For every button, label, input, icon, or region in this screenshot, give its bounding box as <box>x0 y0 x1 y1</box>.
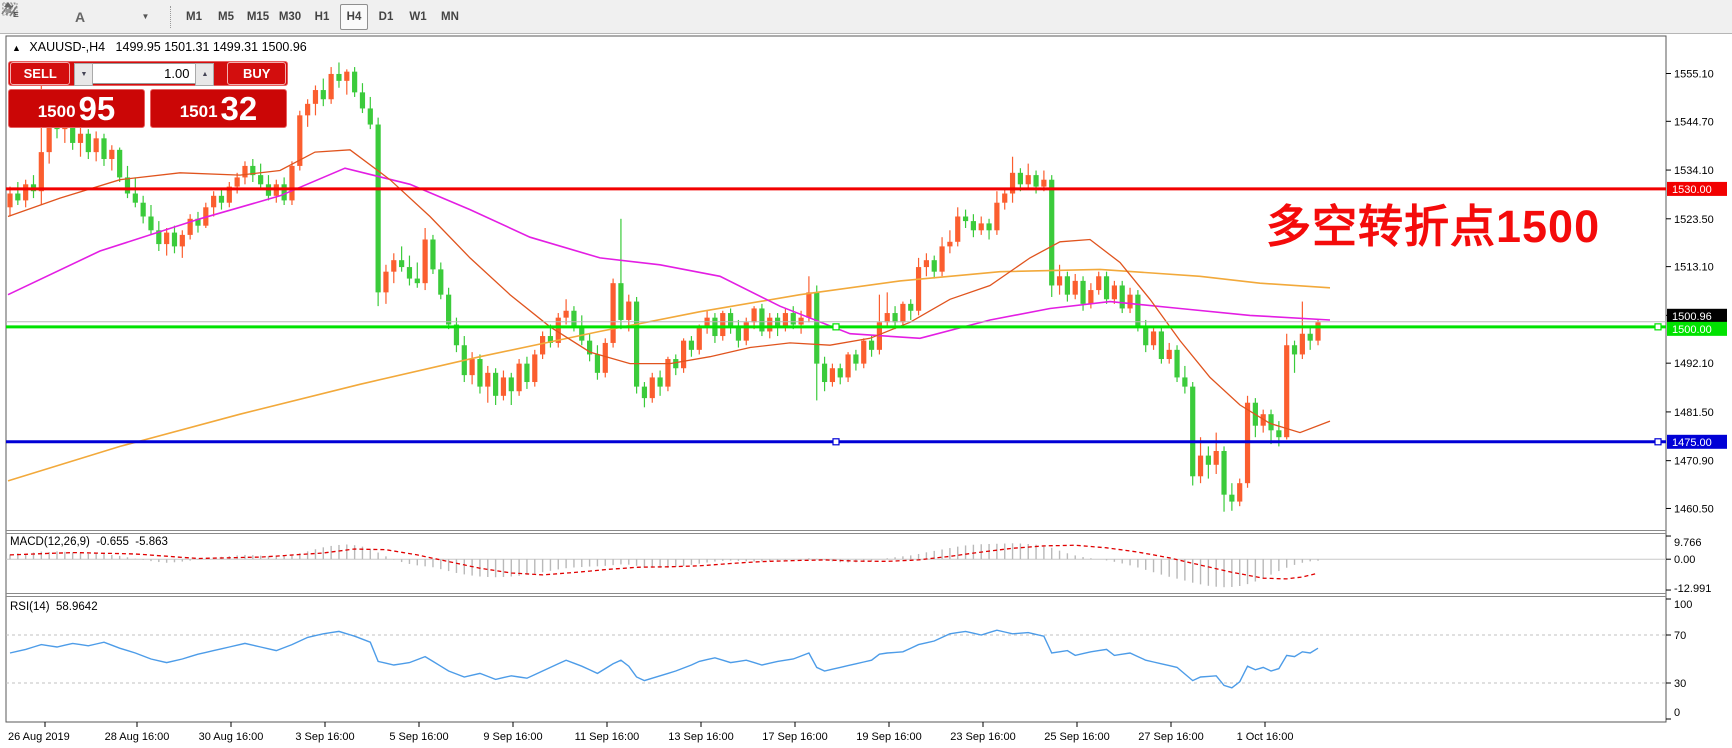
rsi-value: 58.9642 <box>56 601 98 613</box>
volume-decrease-button[interactable]: ▼ <box>74 63 94 86</box>
svg-text:11 Sep 16:00: 11 Sep 16:00 <box>575 731 640 743</box>
svg-text:100: 100 <box>1674 599 1692 611</box>
svg-text:1 Oct 16:00: 1 Oct 16:00 <box>1237 731 1294 743</box>
svg-text:1544.70: 1544.70 <box>1674 116 1714 128</box>
sell-price-box[interactable]: 1500 95 <box>8 89 145 128</box>
svg-text:30 Aug 16:00: 30 Aug 16:00 <box>199 731 264 743</box>
svg-text:26 Aug 2019: 26 Aug 2019 <box>8 731 70 743</box>
buy-price-box[interactable]: 1501 32 <box>150 89 287 128</box>
svg-text:1555.10: 1555.10 <box>1674 69 1714 81</box>
svg-text:1500.00: 1500.00 <box>1672 324 1712 336</box>
svg-text:1470.90: 1470.90 <box>1674 456 1714 468</box>
svg-text:0.00: 0.00 <box>1674 554 1695 566</box>
buy-price-big: 32 <box>220 90 258 127</box>
svg-text:13 Sep 16:00: 13 Sep 16:00 <box>668 731 733 743</box>
svg-text:28 Aug 16:00: 28 Aug 16:00 <box>105 731 170 743</box>
svg-text:19 Sep 16:00: 19 Sep 16:00 <box>856 731 921 743</box>
svg-text:27 Sep 16:00: 27 Sep 16:00 <box>1138 731 1203 743</box>
svg-text:-12.991: -12.991 <box>1674 583 1711 595</box>
collapse-triangle-icon[interactable]: ▲ <box>12 43 21 53</box>
svg-text:1530.00: 1530.00 <box>1672 184 1712 196</box>
macd-label: MACD(12,26,9) -0.655 -5.863 <box>10 536 168 548</box>
svg-text:1492.10: 1492.10 <box>1674 358 1714 370</box>
line-drag-handle[interactable] <box>832 323 840 331</box>
buy-button[interactable]: BUY <box>227 62 286 85</box>
svg-text:0: 0 <box>1674 707 1680 719</box>
svg-text:17 Sep 16:00: 17 Sep 16:00 <box>762 731 827 743</box>
svg-text:5 Sep 16:00: 5 Sep 16:00 <box>389 731 448 743</box>
axis-price-label: 1500.96 <box>1667 308 1727 323</box>
macd-signal-value: -5.863 <box>135 536 168 548</box>
svg-text:1513.10: 1513.10 <box>1674 262 1714 274</box>
macd-main-value: -0.655 <box>96 536 129 548</box>
symbol-period-label: XAUUSD-,H4 <box>29 40 106 54</box>
sell-price-big: 95 <box>78 90 116 127</box>
sell-price-small: 1500 <box>37 102 76 121</box>
svg-text:1475.00: 1475.00 <box>1672 437 1712 449</box>
svg-text:30: 30 <box>1674 678 1686 690</box>
axis-price-label: 1500.00 <box>1667 321 1727 336</box>
svg-text:1534.10: 1534.10 <box>1674 165 1714 177</box>
rsi-label: RSI(14) 58.9642 <box>10 601 98 613</box>
one-click-trading-panel: SELL ▼ ▲ BUY 1500 95 1501 32 <box>8 61 288 128</box>
svg-text:3 Sep 16:00: 3 Sep 16:00 <box>295 731 354 743</box>
sell-button[interactable]: SELL <box>10 62 71 85</box>
svg-text:9 Sep 16:00: 9 Sep 16:00 <box>483 731 542 743</box>
ohlc-high: 1501.31 <box>164 40 210 54</box>
svg-text:1500.96: 1500.96 <box>1672 311 1712 323</box>
svg-text:1481.50: 1481.50 <box>1674 407 1714 419</box>
ohlc-open: 1499.95 <box>115 40 161 54</box>
chart-frame <box>5 35 1667 723</box>
ohlc-close: 1500.96 <box>261 40 307 54</box>
chart-annotation-text[interactable]: 多空转折点1500 <box>1266 190 1600 255</box>
line-drag-handle[interactable] <box>1654 438 1662 446</box>
line-drag-handle[interactable] <box>1654 323 1662 331</box>
svg-text:1460.50: 1460.50 <box>1674 503 1714 515</box>
svg-text:9.766: 9.766 <box>1674 537 1702 549</box>
axis-price-label: 1530.00 <box>1667 181 1727 196</box>
buy-price-small: 1501 <box>179 102 218 121</box>
volume-increase-button[interactable]: ▲ <box>195 63 215 86</box>
svg-text:25 Sep 16:00: 25 Sep 16:00 <box>1044 731 1109 743</box>
svg-text:1523.50: 1523.50 <box>1674 214 1714 226</box>
line-drag-handle[interactable] <box>832 438 840 446</box>
chart-header: ▲ XAUUSD-,H4 1499.95 1501.31 1499.31 150… <box>12 40 307 54</box>
svg-text:70: 70 <box>1674 630 1686 642</box>
axis-price-label: 1475.00 <box>1667 434 1727 449</box>
ohlc-low: 1499.31 <box>212 40 259 54</box>
volume-input[interactable] <box>93 63 196 84</box>
svg-text:23 Sep 16:00: 23 Sep 16:00 <box>950 731 1015 743</box>
